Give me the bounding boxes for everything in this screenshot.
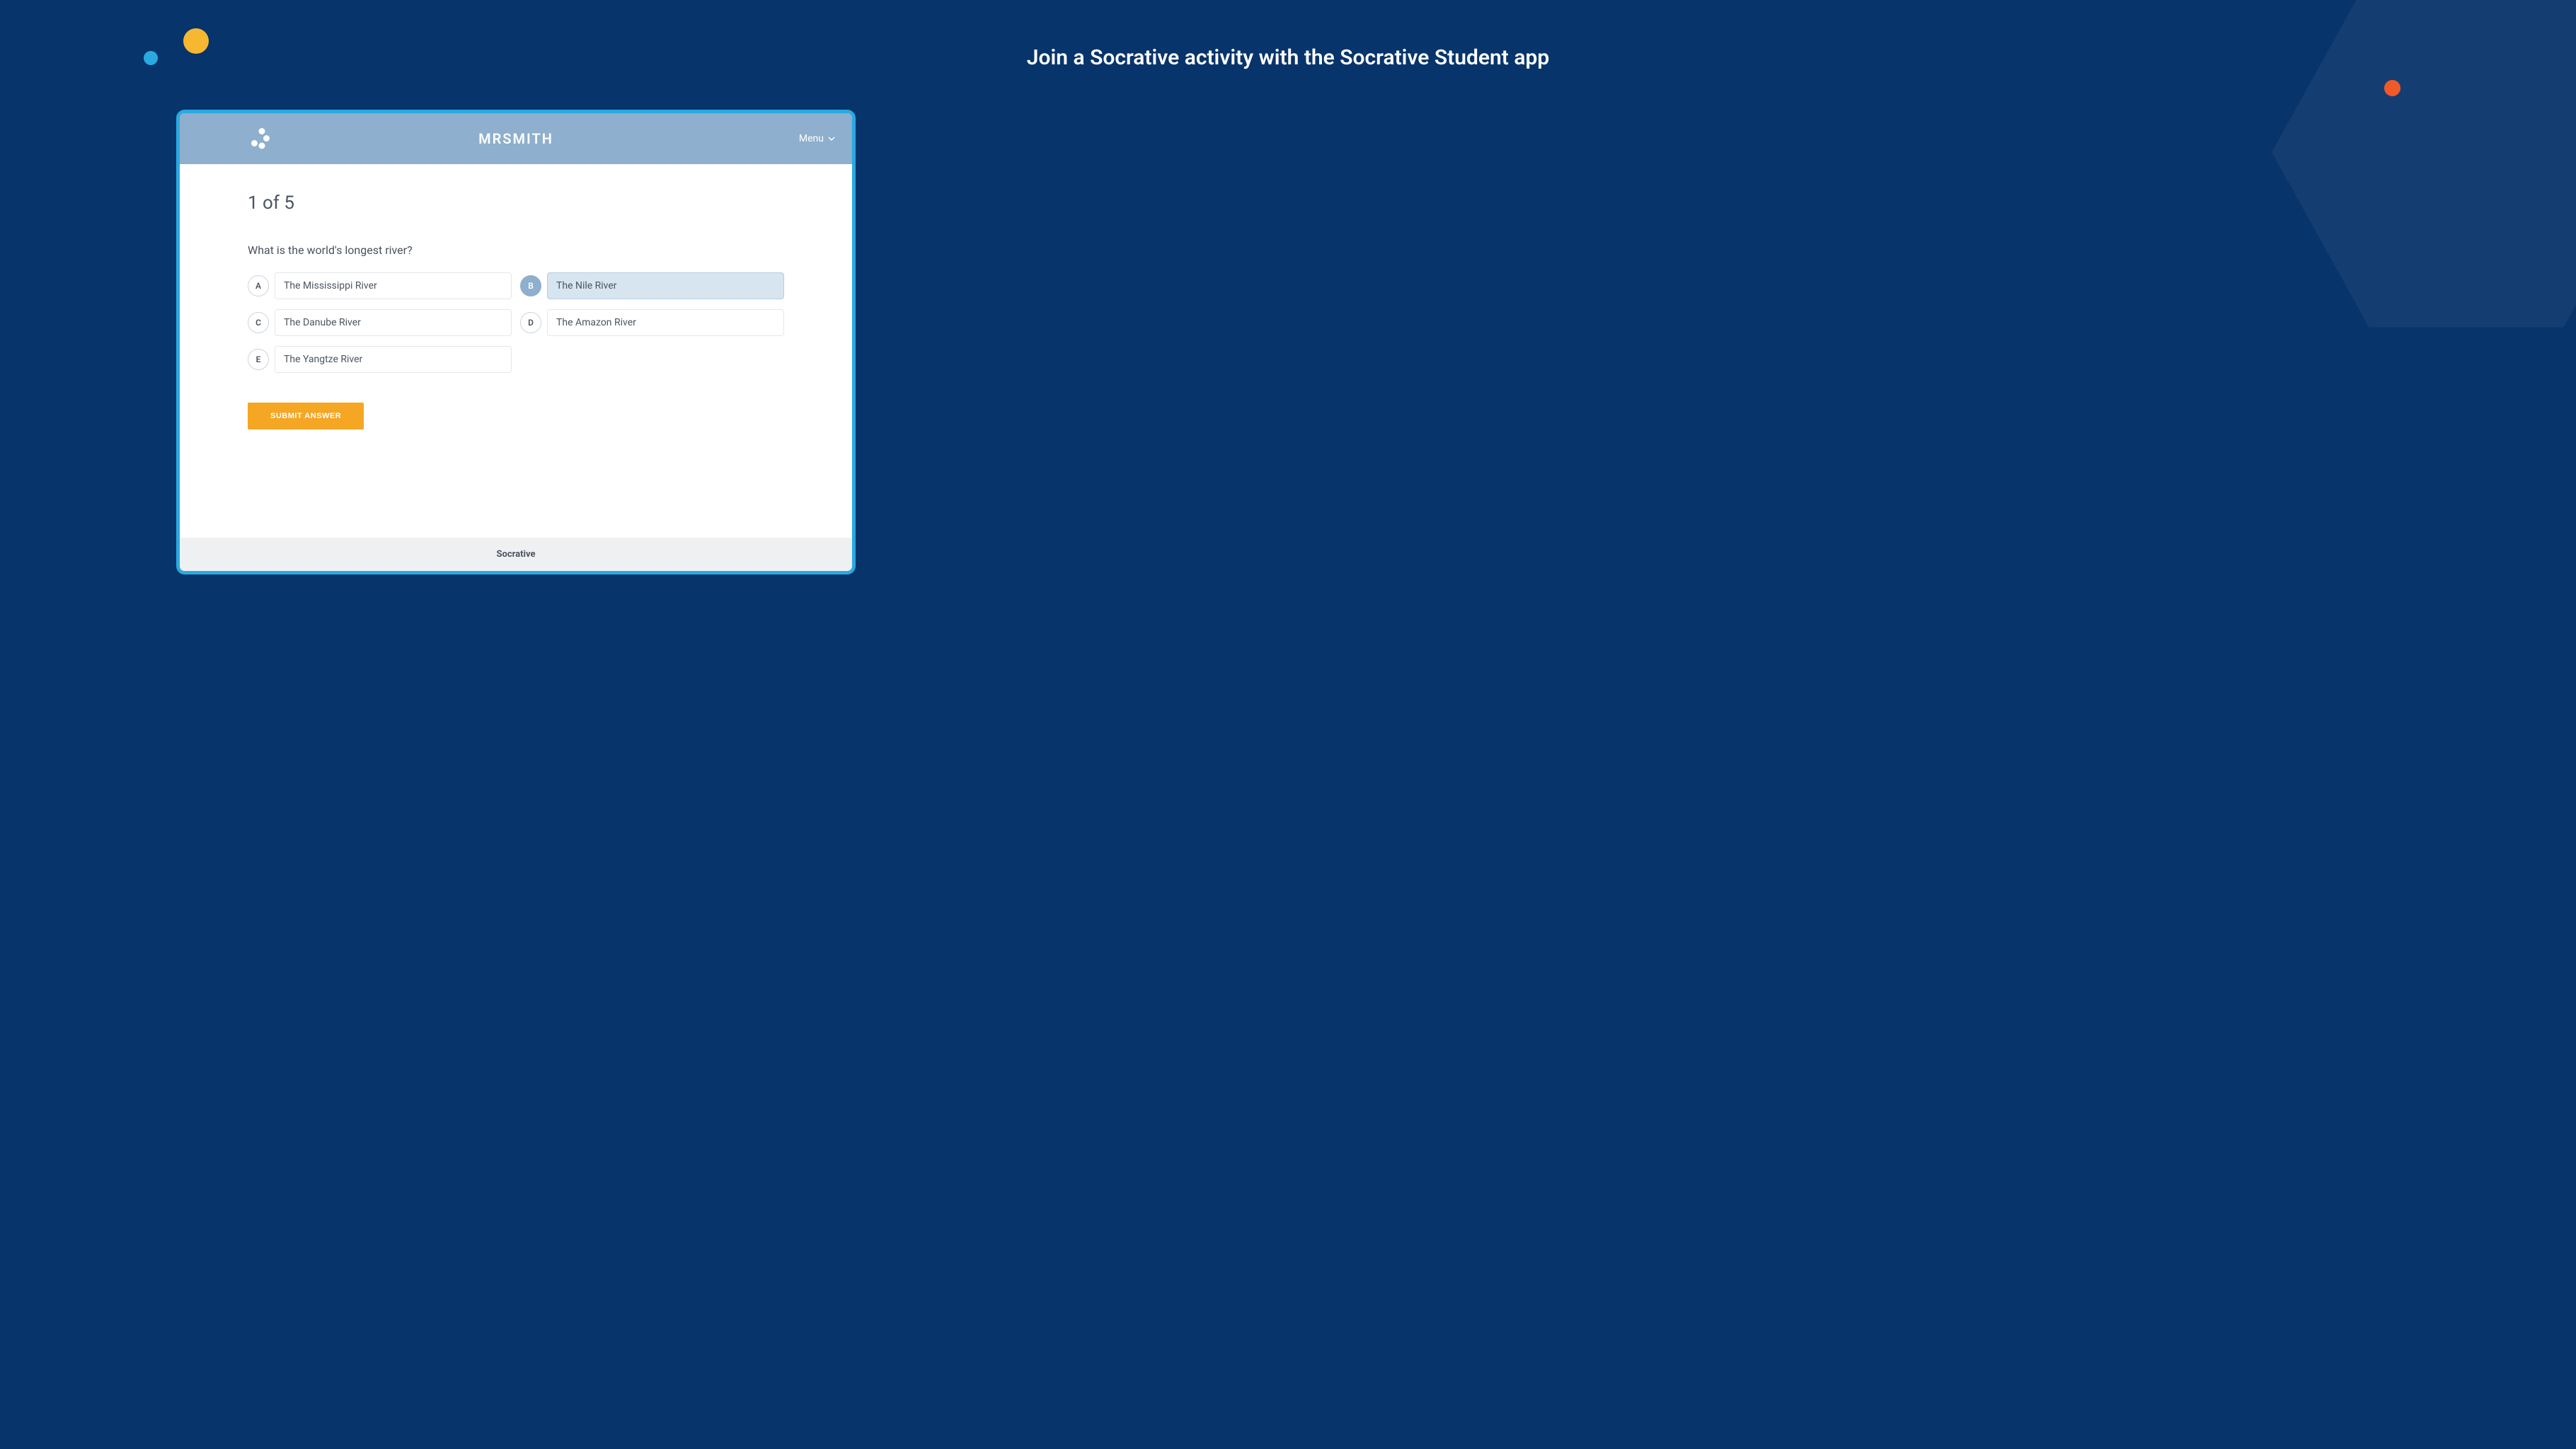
submit-answer-button[interactable]: SUBMIT ANSWER [248, 403, 364, 429]
option-text: The Mississippi River [275, 272, 512, 299]
option-letter: D [520, 312, 541, 333]
decorative-hexagon [2272, 0, 2576, 347]
socrative-logo-icon [251, 128, 270, 150]
question-text: What is the world's longest river? [248, 243, 784, 257]
app-footer: Socrative [180, 538, 852, 571]
menu-button[interactable]: Menu [799, 133, 835, 144]
page-title: Join a Socrative activity with the Socra… [1027, 45, 1549, 70]
app-frame: MRSMITH Menu 1 of 5 What is the world's … [176, 110, 856, 575]
room-name: MRSMITH [478, 130, 553, 147]
option-text: The Amazon River [547, 309, 784, 336]
app-header: MRSMITH Menu [180, 113, 852, 164]
option-letter: B [520, 275, 541, 296]
menu-label: Menu [799, 133, 824, 144]
option-row-c[interactable]: C The Danube River [248, 309, 512, 336]
option-text: The Nile River [547, 272, 784, 299]
decorative-dot-yellow [183, 28, 209, 54]
options-grid: A The Mississippi River B The Nile River… [248, 272, 784, 373]
decorative-dot-orange [2384, 80, 2400, 96]
option-text: The Yangtze River [275, 346, 512, 373]
option-letter: A [248, 275, 269, 296]
option-text: The Danube River [275, 309, 512, 336]
decorative-dot-blue [144, 51, 158, 65]
option-row-e[interactable]: E The Yangtze River [248, 346, 512, 373]
quiz-body: 1 of 5 What is the world's longest river… [180, 164, 852, 538]
footer-brand: Socrative [180, 549, 852, 560]
progress-indicator: 1 of 5 [248, 192, 784, 214]
option-row-d[interactable]: D The Amazon River [520, 309, 784, 336]
option-letter: E [248, 349, 269, 370]
option-row-a[interactable]: A The Mississippi River [248, 272, 512, 299]
option-row-b[interactable]: B The Nile River [520, 272, 784, 299]
option-letter: C [248, 312, 269, 333]
chevron-down-icon [828, 135, 835, 142]
